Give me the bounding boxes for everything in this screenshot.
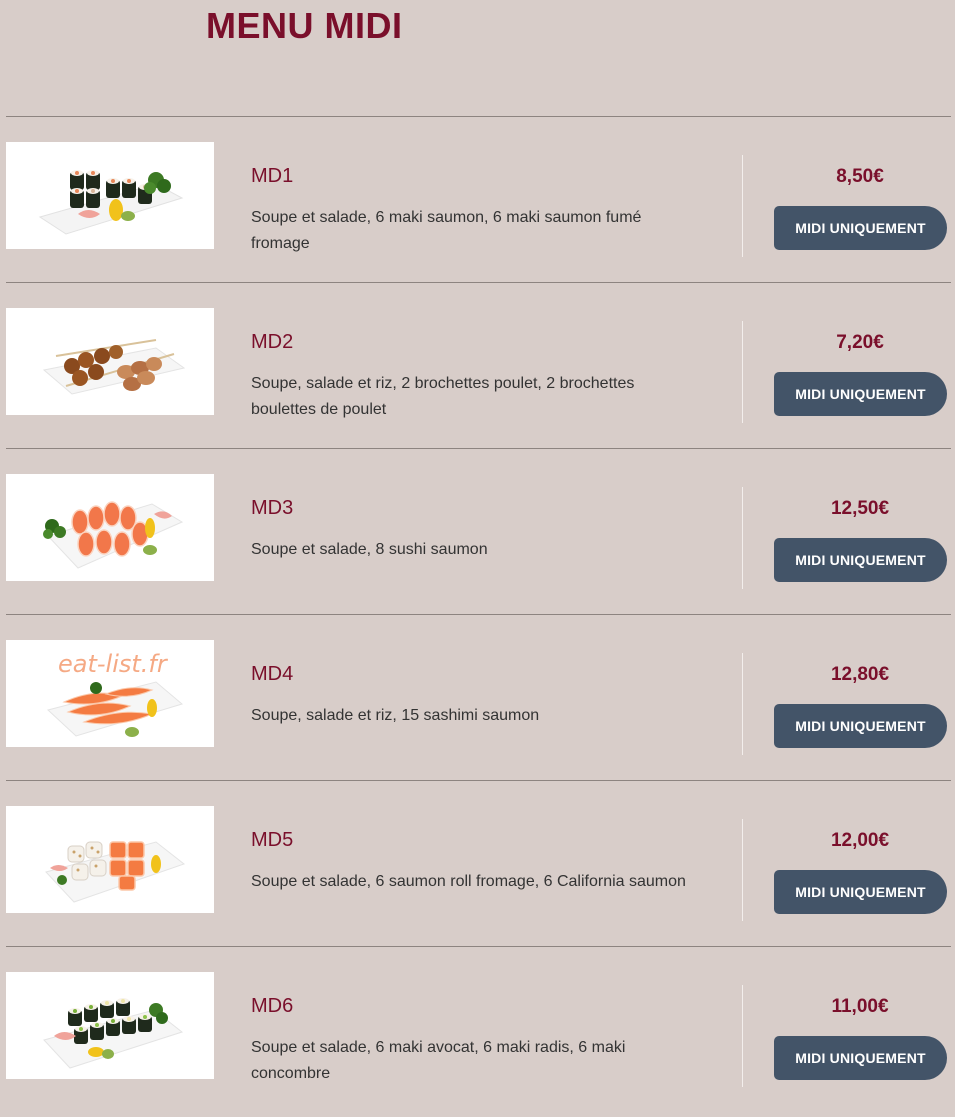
menu-item: MD2 Soupe, salade et riz, 2 brochettes p… (6, 282, 951, 448)
midi-uniquement-button[interactable]: MIDI UNIQUEMENT (774, 1036, 947, 1080)
column-divider (742, 155, 743, 257)
menu-item: eat-list.fr MD4 Soupe, salade et riz, 15… (6, 614, 951, 780)
dish-name: MD5 (251, 829, 294, 851)
menu-item: MD5 Soupe et salade, 6 saumon roll froma… (6, 780, 951, 946)
dish-name: MD6 (251, 995, 294, 1017)
menu-item: MD1 Soupe et salade, 6 maki saumon, 6 ma… (6, 116, 951, 282)
dish-description: Soupe et salade, 8 sushi saumon (251, 541, 488, 558)
dish-name: MD2 (251, 331, 294, 353)
column-divider (742, 653, 743, 755)
midi-uniquement-button[interactable]: MIDI UNIQUEMENT (774, 870, 947, 914)
dish-image-salmon-sashimi[interactable]: eat-list.fr (6, 640, 214, 747)
dish-description: Soupe, salade et riz, 2 brochettes poule… (251, 375, 635, 418)
midi-uniquement-button[interactable]: MIDI UNIQUEMENT (774, 206, 947, 250)
dish-image-california-rolls[interactable] (6, 806, 214, 913)
dish-name: MD3 (251, 497, 294, 519)
dish-price: 7,20€ (836, 332, 884, 353)
midi-uniquement-button[interactable]: MIDI UNIQUEMENT (774, 372, 947, 416)
dish-image-maki-assortment[interactable] (6, 972, 214, 1079)
column-divider (742, 321, 743, 423)
dish-image-maki-platter[interactable] (6, 142, 214, 249)
dish-description: Soupe, salade et riz, 15 sashimi saumon (251, 707, 540, 724)
column-divider (742, 487, 743, 589)
menu-item: MD6 Soupe et salade, 6 maki avocat, 6 ma… (6, 946, 951, 1112)
dish-price: 12,00€ (830, 830, 890, 851)
midi-uniquement-button[interactable]: MIDI UNIQUEMENT (774, 704, 947, 748)
page-title: MENU MIDI (206, 5, 403, 46)
menu-item: MD3 Soupe et salade, 8 sushi saumon 12,5… (6, 448, 951, 614)
column-divider (742, 819, 743, 921)
dish-description: Soupe et salade, 6 maki saumon, 6 maki s… (251, 209, 642, 252)
watermark-text: eat-list.fr (58, 650, 169, 678)
menu-list: MD1 Soupe et salade, 6 maki saumon, 6 ma… (6, 116, 951, 1112)
midi-uniquement-button[interactable]: MIDI UNIQUEMENT (774, 538, 947, 582)
dish-name: MD4 (251, 663, 294, 685)
dish-price: 8,50€ (836, 166, 884, 187)
dish-price: 12,50€ (830, 498, 890, 519)
dish-image-salmon-sushi[interactable] (6, 474, 214, 581)
dish-name: MD1 (251, 165, 294, 187)
dish-price: 12,80€ (830, 664, 890, 685)
dish-image-chicken-skewers[interactable] (6, 308, 214, 415)
dish-description: Soupe et salade, 6 saumon roll fromage, … (251, 873, 686, 890)
dish-price: 11,00€ (831, 996, 889, 1017)
column-divider (742, 985, 743, 1087)
dish-description: Soupe et salade, 6 maki avocat, 6 maki r… (251, 1039, 626, 1082)
